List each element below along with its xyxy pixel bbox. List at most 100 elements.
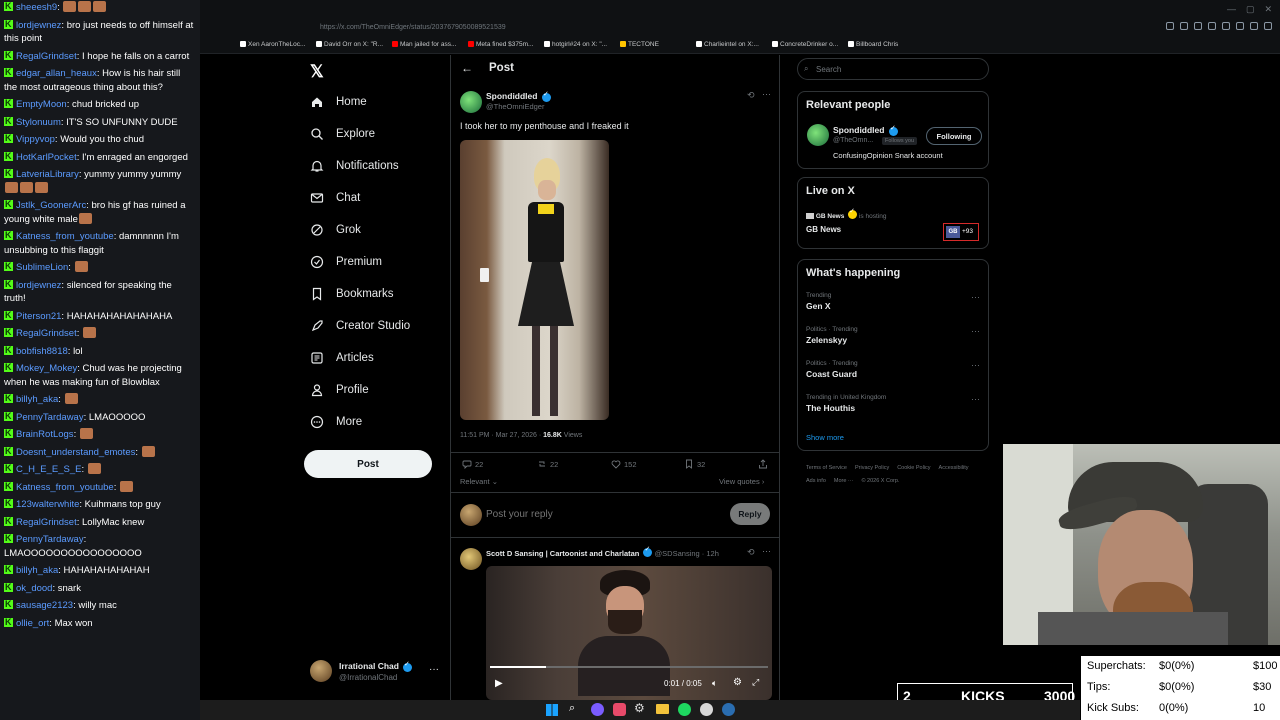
nav-item-home[interactable]: Home [310,91,367,113]
footer-link[interactable]: Terms of Service [806,462,847,475]
video-progress-track[interactable] [490,666,768,668]
nav-item-creator-studio[interactable]: Creator Studio [310,315,410,337]
trend-item[interactable]: Politics · Trending Zelenskyy ··· [806,326,982,356]
maximize-icon[interactable]: ▢ [1246,4,1255,15]
share-action[interactable] [758,459,768,469]
chat-username[interactable]: EmptyMoon [16,99,67,110]
more-dots-icon[interactable]: ⋯ [762,546,771,557]
settings-gear-icon[interactable]: ⚙︎ [733,677,742,688]
reply-author-avatar[interactable] [460,548,482,570]
live-name[interactable]: GB News [806,225,841,234]
view-quotes-link[interactable]: View quotes › [719,477,764,486]
chat-username[interactable]: HotKarlPocket [16,152,77,163]
like-action[interactable]: 152 [611,459,637,469]
app-icon[interactable] [613,703,626,716]
chat-username[interactable]: Katness_from_youtube [16,231,114,242]
nav-item-profile[interactable]: Profile [310,379,369,401]
steam-icon[interactable] [722,703,735,716]
chat-username[interactable]: billyh_aka [16,565,58,576]
trend-item[interactable]: Trending in United Kingdom The Houthis ··· [806,394,982,424]
post-author-handle[interactable]: @TheOmniEdger [486,102,544,111]
chat-username[interactable]: sausage2123 [16,600,73,611]
chat-username[interactable]: billyh_aka [16,394,58,405]
account-switcher[interactable]: Irrational Chad @IrrationalChad ··· [310,658,440,686]
reader-icon[interactable] [1180,22,1188,30]
trend-item[interactable]: Trending Gen X ··· [806,292,982,322]
grok-icon[interactable]: ⟲ [747,547,755,558]
bookmark-star-icon[interactable] [1194,22,1202,30]
nav-item-premium[interactable]: Premium [310,251,382,273]
reply-action[interactable]: 22 [462,459,483,469]
play-icon[interactable]: ▶ [495,678,503,689]
nav-item-notifications[interactable]: Notifications [310,155,399,177]
post-button[interactable]: Post [304,450,432,478]
reply-button[interactable]: Reply [730,503,770,525]
bookmark-item[interactable]: Charlieintel on X:... [696,41,759,48]
chat-username[interactable]: ollie_ort [16,618,49,629]
chat-username[interactable]: Jstlk_GoonerArc [16,200,86,211]
footer-link[interactable]: More ··· [834,475,854,488]
bookmark-item[interactable]: David Orr on X: "R... [316,41,383,48]
chat-username[interactable]: RegalGrindset [16,51,77,62]
chat-username[interactable]: RegalGrindset [16,517,77,528]
zoom-icon[interactable] [1166,22,1174,30]
footer-link[interactable]: © 2026 X Corp. [861,475,899,488]
folder-icon[interactable] [656,704,669,714]
nav-item-more[interactable]: More [310,411,362,433]
chat-username[interactable]: PennyTardaway [16,412,84,423]
menu-icon[interactable] [1264,22,1272,30]
repost-action[interactable]: 22 [537,459,558,469]
wallet-icon[interactable] [1250,22,1258,30]
following-button[interactable]: Following [926,127,982,145]
nav-item-articles[interactable]: Articles [310,347,374,369]
chat-username[interactable]: Vippyvop [16,134,55,145]
bookmark-item[interactable]: TECTONE [620,41,659,48]
address-bar[interactable]: https://x.com/TheOmniEdger/status/203767… [320,24,506,31]
close-icon[interactable]: ✕ [1264,4,1272,15]
footer-link[interactable]: Ads info [806,475,826,488]
search-input[interactable]: ⌕ Search [797,58,989,80]
extensions-icon[interactable] [1222,22,1230,30]
chat-username[interactable]: PennyTardaway [16,534,84,545]
nav-item-explore[interactable]: Explore [310,123,375,145]
more-dots-icon[interactable]: ··· [971,292,980,302]
chat-username[interactable]: C_H_E_E_S_E [16,464,81,475]
more-dots-icon[interactable]: ··· [971,394,980,404]
windows-start-icon[interactable] [546,704,558,716]
chat-username[interactable]: Katness_from_youtube [16,482,114,493]
bookmark-item[interactable]: Billboard Chris [848,41,898,48]
post-image[interactable] [460,140,609,420]
search-icon[interactable]: ⌕ [569,702,575,715]
footer-link[interactable]: Accessibility [939,462,969,475]
more-dots-icon[interactable]: ··· [429,664,439,675]
chat-username[interactable]: bobfish8818 [16,346,68,357]
reply-video[interactable]: ▶ 0:01 / 0:05 🔈︎ ⚙︎ ⤢ [486,566,772,700]
more-dots-icon[interactable]: ⋯ [762,89,771,100]
chat-username[interactable]: Stylonuum [16,117,61,128]
reply-author-handle[interactable]: @SDSansing [655,549,700,558]
chat-username[interactable]: Piterson21 [16,311,61,322]
bookmark-item[interactable]: Xen AaronTheLoc... [240,41,305,48]
chat-username[interactable]: lordjewnez [16,280,61,291]
bookmark-item[interactable]: hotgirl#24 on X: "... [544,41,607,48]
bookmark-item[interactable]: Meta fined $375m... [468,41,533,48]
minimize-icon[interactable]: — [1227,4,1236,15]
bookmark-item[interactable]: ConcreteDrinker o... [772,41,838,48]
xbox-icon[interactable] [700,703,713,716]
person-name[interactable]: Spondiddled [833,125,884,135]
volume-icon[interactable]: 🔈︎ [712,678,717,689]
bookmark-item[interactable]: Man jailed for ass... [392,41,456,48]
show-more-link[interactable]: Show more [806,433,844,442]
bookmark-action[interactable]: 32 [684,459,705,469]
live-host[interactable]: GB News [816,213,845,220]
chat-username[interactable]: Doesnt_understand_emotes [16,447,135,458]
nav-item-chat[interactable]: Chat [310,187,360,209]
chat-username[interactable]: BrainRotLogs [16,429,74,440]
sidebar-icon[interactable] [1236,22,1244,30]
post-author-name[interactable]: Spondiddled [486,91,537,101]
chat-username[interactable]: LatveriaLibrary [16,169,79,180]
chat-username[interactable]: lordjewnez [16,20,61,31]
reply-input[interactable] [486,506,716,522]
more-dots-icon[interactable]: ··· [971,326,980,336]
more-dots-icon[interactable]: ··· [971,360,980,370]
